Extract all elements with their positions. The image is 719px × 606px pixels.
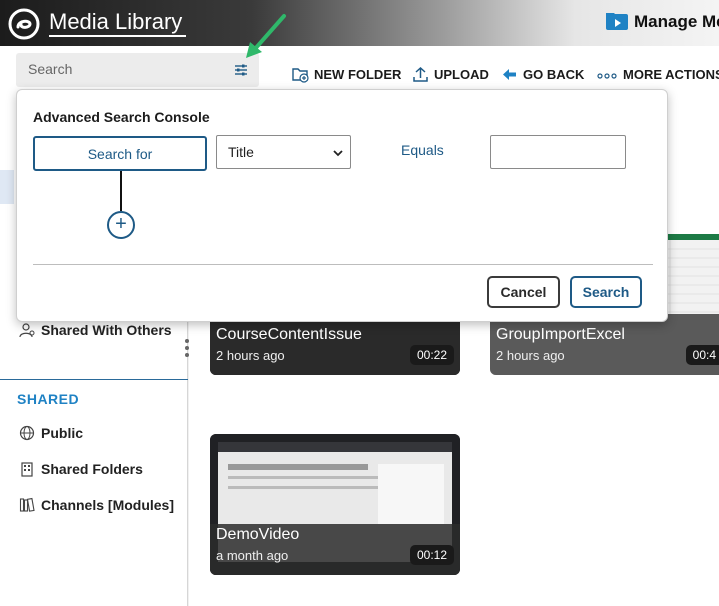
sidebar-item-channels[interactable]: Channels [Modules] [19,497,174,513]
sidebar-selected-indicator [0,170,14,204]
media-age: a month ago [216,548,289,563]
field-select[interactable]: Title [216,135,351,169]
globe-icon [19,425,35,441]
media-duration-badge: 00:22 [409,345,454,365]
go-back-label: GO BACK [523,66,585,82]
advanced-search-filter-icon[interactable] [233,62,249,78]
manage-media-icon[interactable] [605,11,629,31]
upload-icon [413,66,428,82]
upload-label: UPLOAD [434,66,489,82]
media-card[interactable]: DemoVideo a month ago 00:12 [210,434,460,575]
app-logo-icon[interactable] [8,8,40,40]
media-title: CourseContentIssue [216,326,362,343]
sidebar-item-shared-folders[interactable]: Shared Folders [19,461,143,477]
sidebar-item-label: Public [41,425,84,441]
search-value-input[interactable] [490,135,626,169]
more-actions-button[interactable]: MORE ACTIONS [597,64,719,84]
sidebar-item-shared-with-others[interactable]: Shared With Others [19,322,172,338]
sidebar-divider [0,379,188,380]
sidebar-item-label: Shared With Others [41,322,172,338]
media-title: DemoVideo [216,526,300,543]
search-button[interactable]: Search [570,276,642,308]
new-folder-button[interactable]: NEW FOLDER [292,64,401,84]
new-folder-label: NEW FOLDER [314,66,402,82]
media-title: GroupImportExcel [496,326,625,343]
upload-button[interactable]: UPLOAD [412,64,489,84]
sidebar-item-label: Channels [Modules] [41,497,175,513]
media-age: 2 hours ago [216,348,285,363]
advanced-search-console: Advanced Search Console Search for + Tit… [16,89,668,322]
operator-label[interactable]: Equals [401,142,444,158]
chevron-down-icon [333,150,343,157]
app-title[interactable]: Media Library [49,9,187,37]
cancel-button[interactable]: Cancel [487,276,560,308]
sidebar-item-label: Shared Folders [41,461,143,477]
more-actions-label: MORE ACTIONS [623,66,719,82]
tree-connector-line [120,171,122,211]
search-input[interactable] [28,61,228,77]
back-arrow-icon [503,68,516,80]
modal-title: Advanced Search Console [33,109,210,125]
sidebar-item-public[interactable]: Public [19,425,83,441]
annotation-arrow-icon [246,14,286,58]
field-select-value: Title [228,144,254,160]
new-folder-icon [292,67,309,83]
building-icon [21,462,33,477]
sidebar-section-shared: SHARED [17,391,80,407]
modal-divider [33,264,653,265]
add-condition-plus-icon[interactable]: + [107,211,135,239]
app-header: Media Library Manage Me [0,0,719,46]
search-for-button[interactable]: Search for [33,136,207,171]
media-duration-badge: 00:4 [685,345,719,365]
media-age: 2 hours ago [496,348,565,363]
media-duration-badge: 00:12 [409,545,454,565]
manage-media-link[interactable]: Manage Me [634,12,719,32]
search-box [16,53,259,87]
go-back-button[interactable]: GO BACK [501,64,584,84]
library-icon [19,497,35,512]
more-dots-icon [597,72,617,79]
shared-user-icon [19,323,35,338]
